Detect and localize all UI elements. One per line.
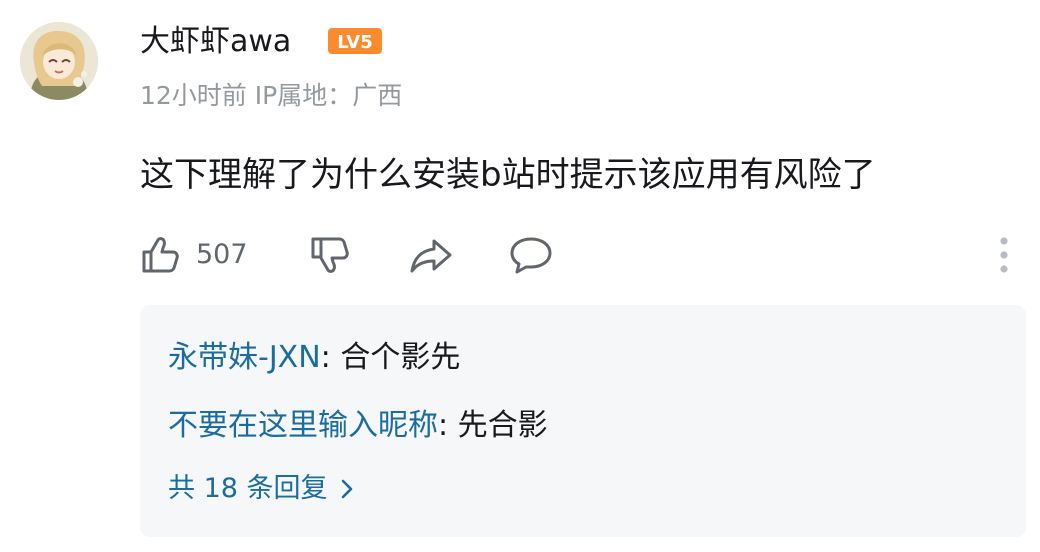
reply-preview-box: 永带妹-JXN: 合个影先 不要在这里输入昵称: 先合影 共 18 条回复 bbox=[140, 305, 1026, 537]
comment-text: 这下理解了为什么安装b站时提示该应用有风险了 bbox=[140, 155, 876, 195]
reply-separator: : bbox=[320, 340, 341, 375]
reply-button[interactable] bbox=[508, 232, 554, 278]
reply-separator: : bbox=[438, 408, 458, 443]
avatar-image bbox=[20, 22, 98, 100]
reply-author[interactable]: 永带妹-JXN bbox=[168, 340, 321, 375]
reply-item[interactable]: 不要在这里输入昵称: 先合影 bbox=[168, 401, 548, 451]
thumbs-up-icon bbox=[142, 237, 179, 273]
level-badge-label: LV5 bbox=[337, 32, 372, 53]
reply-count-label: 共 18 条回复 bbox=[168, 473, 328, 504]
reply-author[interactable]: 不要在这里输入昵称 bbox=[168, 408, 438, 443]
reply-icon bbox=[510, 237, 552, 274]
user-avatar[interactable] bbox=[20, 22, 98, 100]
more-options-button[interactable] bbox=[990, 232, 1018, 278]
reply-content: 合个影先 bbox=[340, 340, 461, 375]
share-icon bbox=[410, 239, 452, 273]
more-icon bbox=[1000, 237, 1008, 273]
username[interactable]: 大虾虾awa bbox=[140, 20, 291, 64]
comment-meta: 12小时前 IP属地：广西 bbox=[140, 81, 403, 110]
share-button[interactable] bbox=[408, 232, 454, 278]
dislike-button[interactable] bbox=[308, 232, 352, 278]
like-count: 507 bbox=[196, 239, 248, 270]
thumbs-down-icon bbox=[311, 237, 349, 273]
chevron-right-icon bbox=[341, 479, 352, 499]
reply-item[interactable]: 永带妹-JXN: 合个影先 bbox=[168, 333, 460, 383]
reply-content: 先合影 bbox=[457, 408, 548, 443]
like-button[interactable]: 507 bbox=[140, 232, 248, 278]
level-badge: LV5 bbox=[328, 28, 382, 54]
view-all-replies-link[interactable]: 共 18 条回复 bbox=[168, 467, 354, 511]
